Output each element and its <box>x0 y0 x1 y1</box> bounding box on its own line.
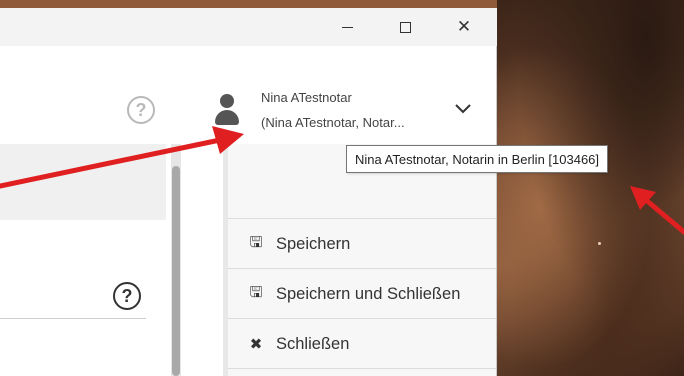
input-field[interactable] <box>0 318 146 319</box>
save-and-close-button-label: Speichern und Schließen <box>276 284 461 303</box>
close-button-label: Schließen <box>276 334 350 353</box>
desktop-wallpaper <box>493 0 684 376</box>
field-help-icon[interactable]: ? <box>113 282 141 310</box>
user-icon-head <box>220 94 234 108</box>
user-role[interactable]: (Nina ATestnotar, Notar... <box>261 115 405 130</box>
floppy-disk-icon: 🖫 <box>249 282 263 301</box>
wallpaper-star <box>598 242 601 245</box>
save-button[interactable]: 🖫 Speichern <box>228 220 496 269</box>
close-icon: ✕ <box>456 16 472 37</box>
user-icon-body <box>215 110 239 125</box>
minimize-icon <box>341 26 353 28</box>
user-icon[interactable] <box>214 94 240 126</box>
application-window: ✕ ? Nina ATestnotar (Nina ATestnotar, No… <box>0 0 497 376</box>
floppy-disk-icon: 🖫 <box>249 232 263 251</box>
content-header-area <box>0 144 166 220</box>
window-top-edge <box>0 0 497 8</box>
minimize-button[interactable] <box>324 8 370 46</box>
help-icon[interactable]: ? <box>127 96 155 124</box>
user-name[interactable]: Nina ATestnotar <box>261 90 352 105</box>
action-panel: 🖫 Speichern 🖫 Speichern und Schließen ✖ … <box>228 144 496 376</box>
close-icon: ✖ <box>249 335 263 353</box>
maximize-icon <box>399 21 411 33</box>
maximize-button[interactable] <box>382 8 428 46</box>
scrollbar-thumb[interactable] <box>172 166 180 376</box>
user-tooltip: Nina ATestnotar, Notarin in Berlin [1034… <box>346 145 609 173</box>
save-and-close-button[interactable]: 🖫 Speichern und Schließen <box>228 270 496 319</box>
close-window-button[interactable]: ✕ <box>441 8 487 46</box>
close-button[interactable]: ✖ Schließen <box>228 320 496 369</box>
chevron-down-icon[interactable] <box>454 102 472 116</box>
save-button-label: Speichern <box>276 234 351 253</box>
